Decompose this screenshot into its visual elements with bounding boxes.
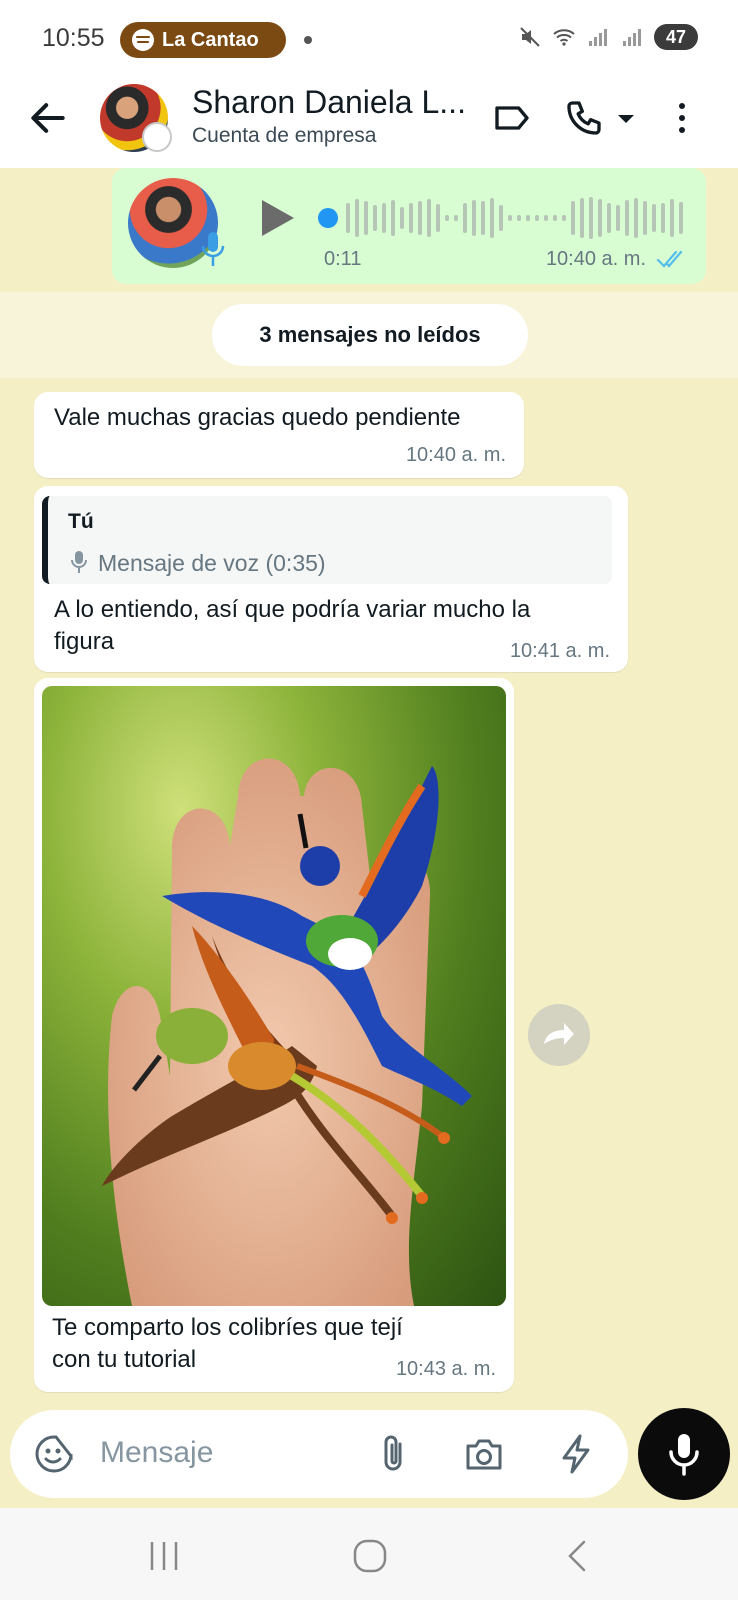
message-time: 10:40 a. m. <box>405 444 506 466</box>
waveform-bar <box>544 215 548 221</box>
more-options-icon[interactable] <box>668 98 696 138</box>
waveform-bar <box>409 203 413 233</box>
recent-apps-icon[interactable] <box>144 1536 184 1576</box>
waveform-bar <box>526 215 530 221</box>
beaded-hummingbirds-photo[interactable] <box>42 686 506 1306</box>
waveform-bar <box>580 198 584 238</box>
incoming-message[interactable]: Vale muchas gracias quedo pendiente 10:4… <box>34 392 524 478</box>
status-icons: 47 <box>518 24 698 50</box>
notification-dot <box>304 36 312 44</box>
waveform-bar <box>490 198 494 238</box>
system-nav-bar <box>0 1508 738 1600</box>
signal-icon <box>589 29 607 46</box>
waveform-bar <box>436 204 440 232</box>
media-playing-pill[interactable]: La Cantao <box>120 22 286 58</box>
waveform-bar <box>445 215 449 221</box>
waveform-bar <box>454 215 458 221</box>
voice-message-bubble[interactable]: 0:11 10:40 a. m. <box>112 168 706 284</box>
audio-waveform[interactable] <box>318 194 688 242</box>
unread-messages-banner: 3 mensajes no leídos <box>212 304 528 366</box>
waveform-bar <box>652 204 656 232</box>
waveform-bar <box>670 199 674 237</box>
image-caption-line2: con tu tutorial <box>52 1346 197 1373</box>
waveform-bar <box>607 203 611 233</box>
business-badge-icon <box>142 122 172 152</box>
waveform-bar <box>481 201 485 235</box>
photo-illustration <box>102 758 472 1306</box>
attach-icon[interactable] <box>374 1432 414 1476</box>
message-text-line2: figura <box>54 628 115 655</box>
waveform-bar <box>517 215 521 221</box>
waveform-bar <box>355 199 359 237</box>
waveform-bar <box>679 202 683 234</box>
waveform-bar <box>661 203 665 233</box>
microphone-icon <box>201 232 225 266</box>
waveform-bar <box>472 200 476 236</box>
message-time: 10:41 a. m. <box>509 640 610 662</box>
media-app-label: La Cantao <box>162 28 259 51</box>
spotify-icon <box>132 29 154 51</box>
waveform-bar <box>571 201 575 235</box>
camera-icon[interactable] <box>462 1432 506 1476</box>
read-receipt-icon <box>656 250 683 268</box>
message-time: 10:43 a. m. <box>395 1358 496 1380</box>
waveform-bar <box>364 201 368 235</box>
waveform-bar <box>535 215 539 221</box>
waveform-bar <box>598 199 602 237</box>
message-composer[interactable]: Mensaje <box>10 1410 628 1498</box>
sticker-emoji-icon[interactable] <box>34 1434 74 1474</box>
waveform-bar <box>634 198 638 238</box>
call-dropdown-icon[interactable] <box>614 98 638 138</box>
waveform-bar <box>553 215 557 221</box>
forward-button[interactable] <box>528 1004 590 1066</box>
microphone-icon <box>71 551 87 573</box>
chat-header: Sharon Daniela L... Cuenta de empresa <box>0 72 738 168</box>
message-text: Vale muchas gracias quedo pendiente <box>54 404 461 431</box>
message-time: 10:40 a. m. <box>545 248 646 270</box>
contact-subtitle[interactable]: Cuenta de empresa <box>192 124 376 148</box>
waveform-bar <box>616 205 620 231</box>
home-icon[interactable] <box>350 1536 390 1576</box>
waveform-bar <box>643 201 647 235</box>
waveform-bar <box>508 215 512 221</box>
contact-name[interactable]: Sharon Daniela L... <box>192 84 466 121</box>
voice-duration: 0:11 <box>324 248 362 270</box>
quoted-author: Tú <box>68 510 94 533</box>
waveform-bar <box>373 205 377 231</box>
back-arrow-icon[interactable] <box>26 96 70 140</box>
waveform-bar <box>427 199 431 237</box>
waveform-bar <box>589 197 593 239</box>
incoming-image-message[interactable]: Te comparto los colibríes que tejí con t… <box>34 678 514 1392</box>
waveform-bar <box>382 203 386 233</box>
label-icon[interactable] <box>492 98 532 138</box>
waveform-bar <box>463 203 467 233</box>
status-time: 10:55 <box>42 24 105 52</box>
status-bar: 10:55 La Cantao 47 <box>0 0 738 80</box>
message-text-line1: A lo entiendo, así que podría variar muc… <box>54 596 531 623</box>
quick-replies-icon[interactable] <box>556 1432 596 1476</box>
waveform-bar <box>625 200 629 236</box>
mute-icon <box>520 27 540 47</box>
waveform-bar <box>346 203 350 233</box>
phone-icon[interactable] <box>564 98 604 138</box>
waveform-bar <box>400 207 404 229</box>
signal-icon-2 <box>623 29 641 46</box>
quoted-text: Mensaje de voz (0:35) <box>98 550 326 576</box>
back-nav-icon[interactable] <box>558 1536 598 1576</box>
forward-icon <box>544 1023 574 1045</box>
battery-indicator: 47 <box>654 24 698 50</box>
microphone-icon <box>669 1434 699 1476</box>
waveform-bar <box>562 215 566 221</box>
waveform-bar <box>418 201 422 235</box>
image-caption-line1: Te comparto los colibríes que tejí <box>52 1314 403 1341</box>
waveform-bar <box>391 200 395 236</box>
incoming-reply-message[interactable]: Tú Mensaje de voz (0:35) A lo entiendo, … <box>34 486 628 672</box>
wifi-icon <box>553 29 575 46</box>
voice-record-button[interactable] <box>638 1408 730 1500</box>
play-icon[interactable] <box>256 198 296 238</box>
message-input[interactable]: Mensaje <box>100 1436 213 1470</box>
waveform-bar <box>499 205 503 231</box>
quoted-message[interactable]: Tú Mensaje de voz (0:35) <box>42 496 612 584</box>
